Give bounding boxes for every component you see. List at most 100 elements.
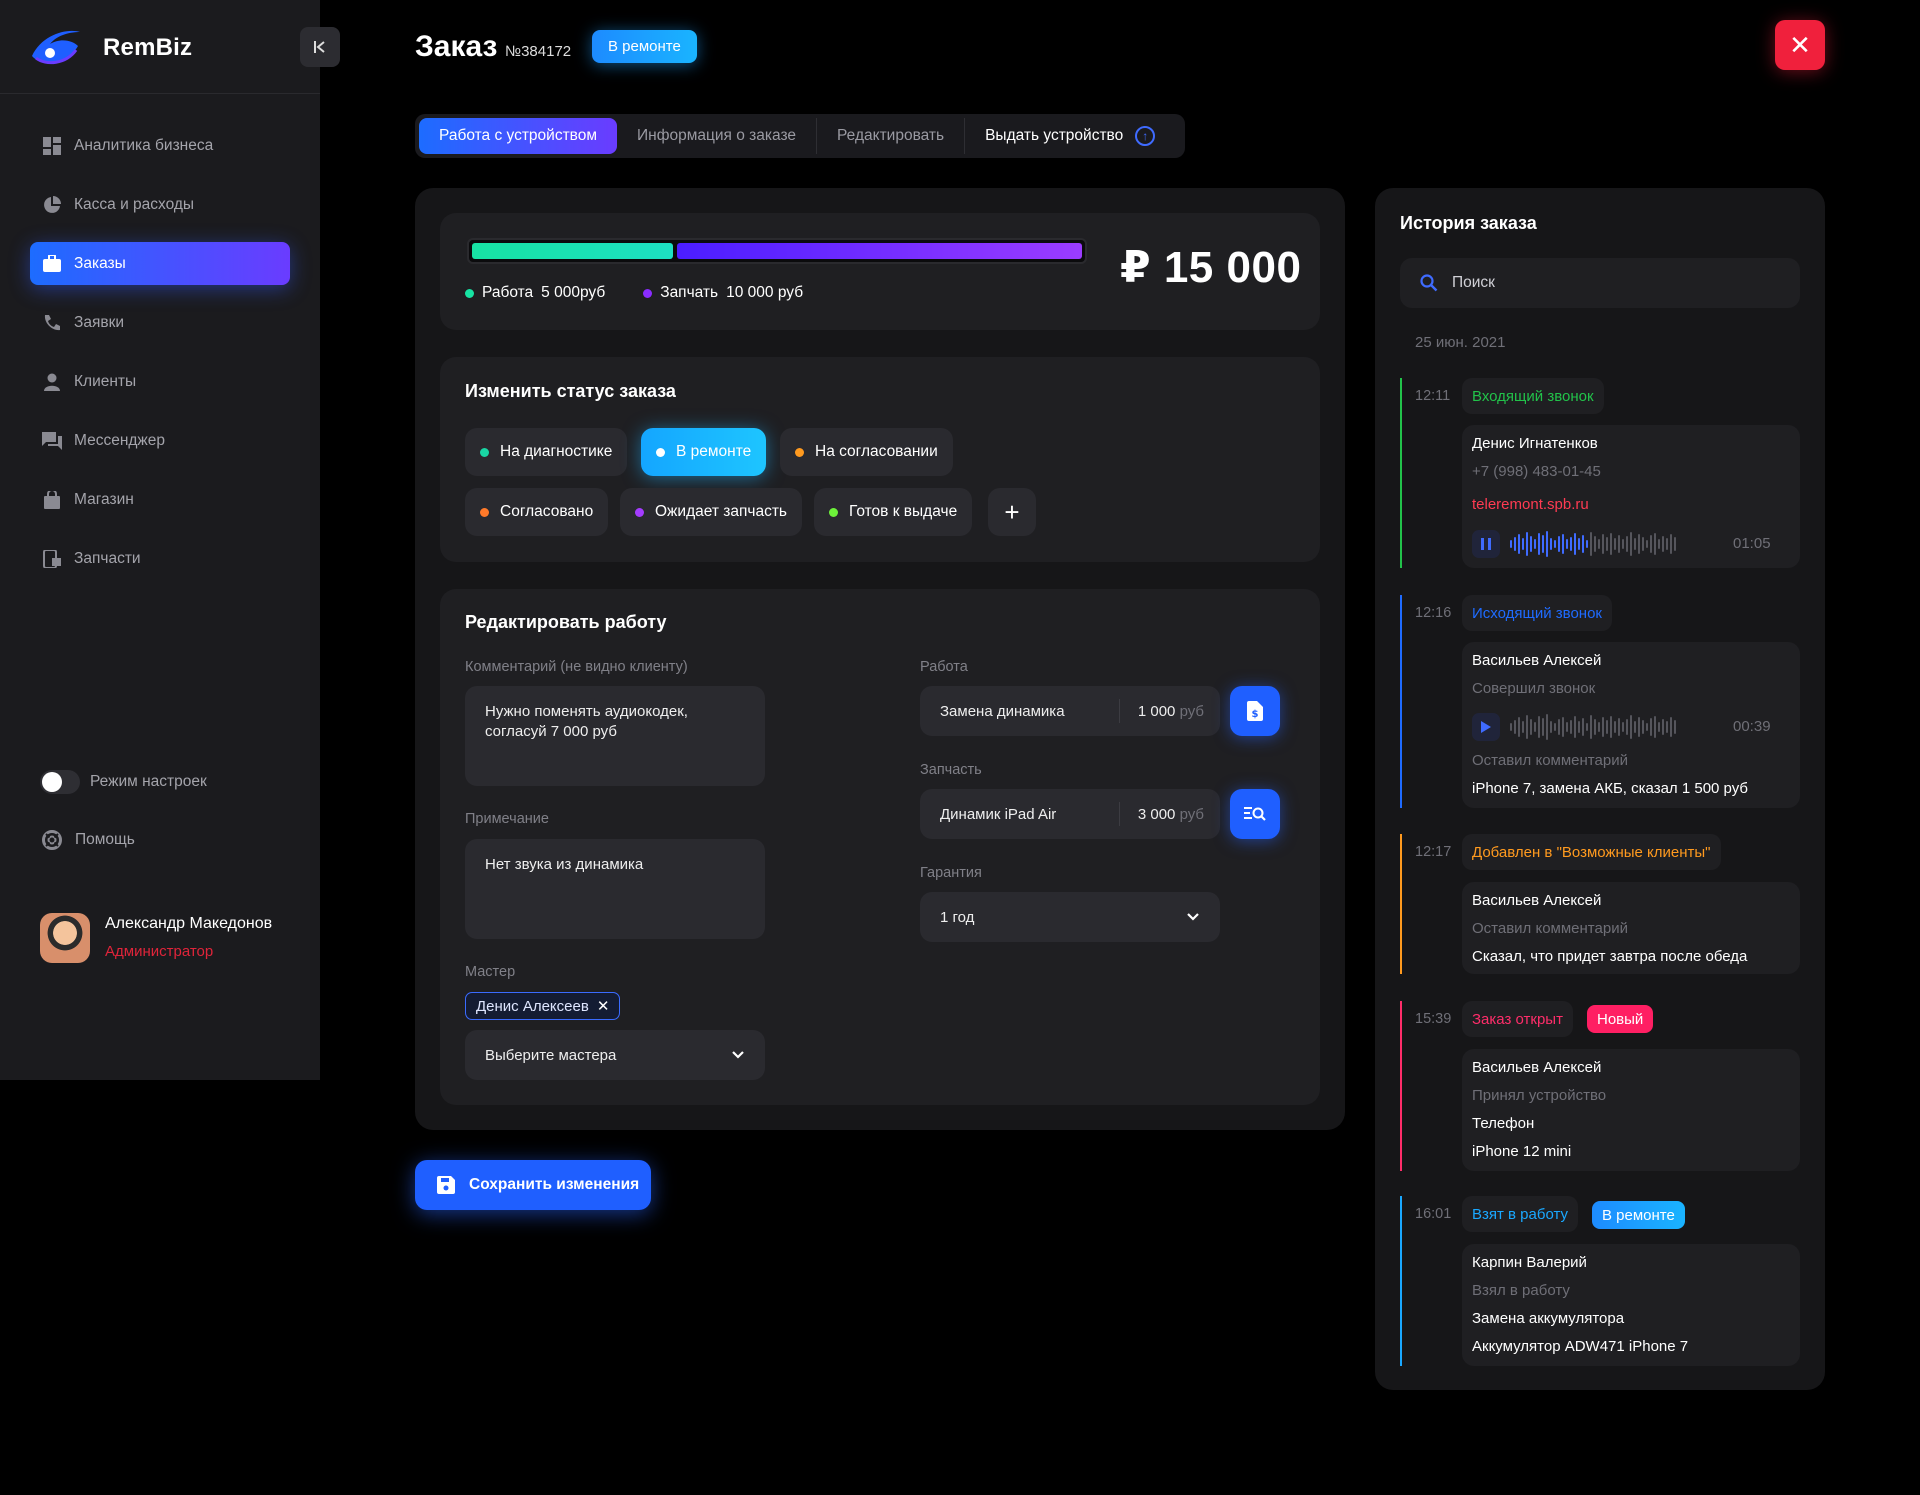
sidebar-item-analytics[interactable]: Аналитика бизнеса [30, 124, 290, 167]
warranty-value: 1 год [940, 908, 975, 926]
event-action: Принял устройство [1472, 1087, 1607, 1104]
tab-order-info[interactable]: Информация о заказе [617, 118, 818, 154]
event-link[interactable]: teleremont.spb.ru [1472, 496, 1589, 513]
cost-progress-bar [467, 238, 1087, 264]
phone-icon [42, 313, 62, 333]
master-label: Мастер [465, 964, 516, 980]
pause-button[interactable] [1472, 530, 1500, 558]
waveform-bar [1542, 535, 1544, 553]
part-price: 3 000 руб [1137, 805, 1204, 823]
waveform-bar [1530, 536, 1532, 552]
floppy-disk-icon [437, 1176, 455, 1194]
status-chip-ready[interactable]: Готов к выдаче [814, 488, 973, 536]
waveform-bar [1582, 718, 1584, 736]
sidebar-item-parts[interactable]: Запчасти [30, 537, 290, 580]
play-button[interactable] [1472, 713, 1500, 741]
help-link[interactable]: Помощь [42, 830, 135, 850]
waveform-bar [1646, 723, 1648, 731]
waveform-bar [1634, 721, 1636, 733]
waveform-bar [1542, 718, 1544, 736]
waveform-bar [1622, 722, 1624, 732]
comment-textarea[interactable]: Нужно поменять аудиокодек, согласуй 7 00… [465, 686, 765, 786]
save-button[interactable]: Сохранить изменения [415, 1160, 651, 1210]
user-name: Александр Македонов [105, 915, 273, 932]
avatar[interactable] [40, 913, 90, 963]
document-dollar-icon: $ [1247, 701, 1263, 721]
status-dot [480, 507, 489, 517]
waveform-bar [1522, 538, 1524, 550]
invoice-button[interactable]: $ [1230, 686, 1280, 736]
waveform-bar [1618, 718, 1620, 736]
legend-part-value: 10 000 руб [726, 284, 804, 301]
status-chip-awaiting-part[interactable]: Ожидает запчасть [620, 488, 802, 536]
status-chip-diagnostics[interactable]: На диагностике [465, 428, 628, 476]
waveform-bar [1514, 537, 1516, 551]
event-action: Оставил комментарий [1472, 920, 1628, 937]
waveform-bar [1534, 539, 1536, 549]
search-icon [1420, 274, 1438, 292]
sidebar-item-cashbox[interactable]: Касса и расходы [30, 183, 290, 226]
sidebar-item-orders[interactable]: Заказы [30, 242, 290, 285]
close-button[interactable]: ✕ [1775, 20, 1825, 70]
sidebar-item-clients[interactable]: Клиенты [30, 360, 290, 403]
tab-edit[interactable]: Редактировать [817, 118, 966, 154]
search-part-button[interactable] [1230, 789, 1280, 839]
legend-work-value: 5 000руб [541, 284, 606, 301]
sidebar-item-label: Заявки [74, 313, 125, 331]
timeline-line [1400, 1001, 1402, 1171]
event-title: Добавлен в "Возможные клиенты" [1462, 834, 1721, 870]
waveform-bar [1674, 720, 1676, 734]
waveform-bar [1538, 533, 1540, 555]
timeline-line [1400, 834, 1402, 974]
work-field[interactable]: Замена динамика 1 000 руб [920, 686, 1220, 736]
remove-tag-icon[interactable]: ✕ [597, 997, 610, 1015]
event-time: 12:16 [1415, 605, 1452, 621]
list-search-icon [1244, 807, 1266, 821]
waveform-bar [1646, 540, 1648, 548]
waveform-bar [1526, 532, 1528, 556]
waveform-bar [1642, 720, 1644, 734]
audio-waveform[interactable] [1510, 531, 1676, 557]
event-device: iPhone 12 mini [1472, 1143, 1572, 1160]
sidebar-item-requests[interactable]: Заявки [30, 301, 290, 344]
audio-duration: 01:05 [1733, 535, 1771, 552]
event-part: Аккумулятор ADW471 iPhone 7 [1472, 1338, 1689, 1355]
timeline-line [1400, 378, 1402, 568]
master-select[interactable]: Выберите мастера [465, 1030, 765, 1080]
sidebar-item-label: Запчасти [74, 549, 141, 567]
sidebar-item-shop[interactable]: Магазин [30, 478, 290, 521]
waveform-bar [1570, 537, 1572, 551]
status-chip-repair[interactable]: В ремонте [641, 428, 767, 476]
status-chip-label: В ремонте [676, 443, 752, 460]
collapse-sidebar-button[interactable] [300, 27, 340, 67]
waveform-bar [1610, 533, 1612, 555]
event-title: Исходящий звонок [1462, 595, 1612, 631]
tab-device-work[interactable]: Работа с устройством [419, 118, 618, 154]
timeline-line [1400, 595, 1402, 808]
note-textarea[interactable]: Нет звука из динамика [465, 839, 765, 939]
waveform-bar [1538, 716, 1540, 738]
status-chip-approved[interactable]: Согласовано [465, 488, 609, 536]
status-chip-label: Готов к выдаче [849, 503, 958, 520]
status-chip-label: На согласовании [815, 443, 938, 460]
tab-issue-device[interactable]: Выдать устройство ↑ [965, 118, 1175, 154]
order-number: №384172 [505, 43, 572, 60]
status-chip-approval[interactable]: На согласовании [780, 428, 953, 476]
waveform-bar [1666, 538, 1668, 550]
pause-icon [1481, 538, 1491, 550]
waveform-bar [1566, 539, 1568, 549]
event-note-label: Оставил комментарий [1472, 752, 1628, 769]
waveform-bar [1550, 538, 1552, 550]
waveform-bar [1658, 539, 1660, 549]
part-field[interactable]: Динамик iPad Air 3 000 руб [920, 789, 1220, 839]
note-label: Примечание [465, 811, 549, 827]
audio-waveform[interactable] [1510, 714, 1676, 740]
history-search-input[interactable]: Поиск [1400, 258, 1800, 308]
add-status-button[interactable]: + [988, 488, 1036, 536]
status-dot [635, 507, 644, 517]
event-person: Васильев Алексей [1472, 1059, 1602, 1076]
sidebar-item-messenger[interactable]: Мессенджер [30, 419, 290, 462]
sidebar-item-label: Клиенты [74, 372, 137, 390]
settings-mode-toggle[interactable] [40, 770, 80, 794]
warranty-select[interactable]: 1 год [920, 892, 1220, 942]
